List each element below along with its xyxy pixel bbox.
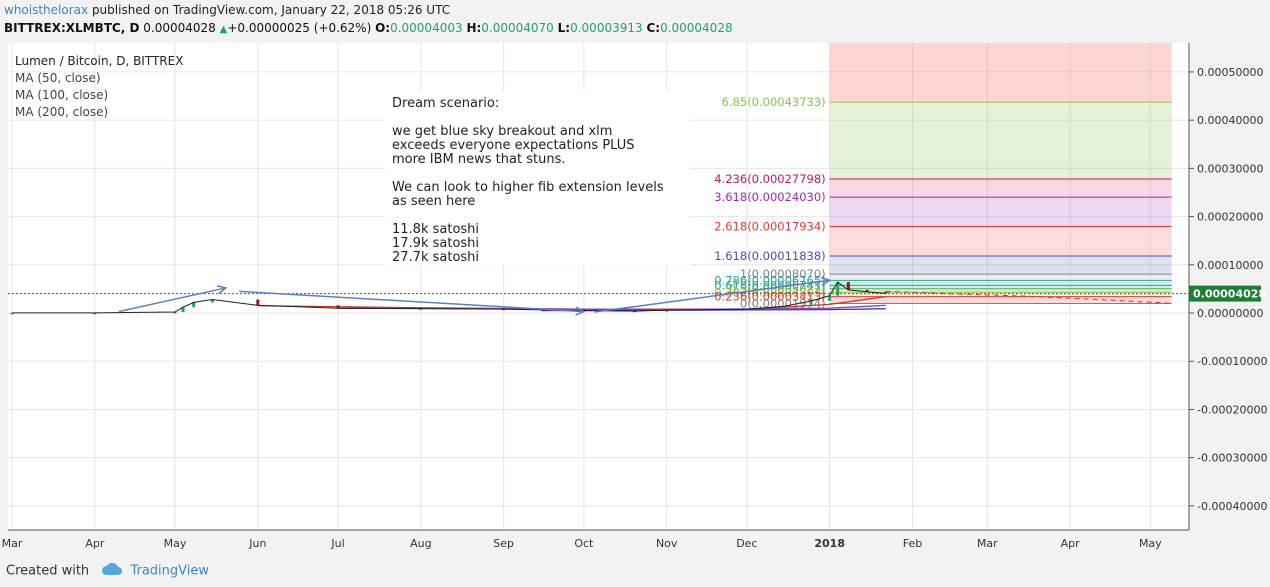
y-tick-label: 0.00030000 (1197, 162, 1263, 175)
fib-zone (829, 285, 1172, 289)
x-tick-label: Feb (903, 537, 922, 550)
high-label: H: (466, 21, 482, 35)
created-with-label: Created with (6, 563, 90, 579)
ohlc-line: BITTREX:XLMBTC, D 0.00004028 ▲+0.0000002… (4, 21, 733, 35)
x-tick-label: Jun (248, 537, 266, 550)
x-tick-label: Apr (1061, 537, 1081, 550)
last-price-label: 0.00004028 (1193, 288, 1266, 301)
price-candle (256, 299, 260, 306)
annotation-line: we get blue sky breakout and xlm (392, 124, 612, 139)
annotation-line: exceeds everyone expectations PLUS (392, 138, 635, 153)
fib-zone (829, 255, 1172, 275)
y-tick-label: 0.00010000 (1197, 259, 1263, 272)
low-label: L: (557, 21, 571, 35)
fib-zone (829, 102, 1172, 179)
x-tick-label: Oct (574, 537, 594, 550)
annotation-line: 11.8k satoshi (392, 222, 479, 237)
open-value: 0.00004003 (390, 21, 463, 35)
open-label: O: (375, 21, 391, 35)
published-text: published on TradingView.com, January 22… (91, 3, 451, 17)
y-tick-label: 0.00040000 (1197, 114, 1263, 127)
y-tick-label: -0.00020000 (1197, 403, 1267, 416)
x-tick-label: Jul (330, 537, 344, 550)
y-tick-label: 0.00000000 (1197, 307, 1263, 320)
footer: Created with TradingView (6, 562, 209, 580)
x-tick-label: Nov (656, 537, 678, 550)
fib-zone (829, 274, 1172, 281)
x-tick-label: Dec (736, 537, 757, 550)
change-value: +0.00000025 (+0.62%) (227, 21, 372, 35)
high-value: 0.00004070 (481, 21, 554, 35)
y-tick-label: -0.00010000 (1197, 355, 1267, 368)
annotation-line: as seen here (392, 194, 475, 209)
price-chart[interactable]: Mar Apr May Jun Jul Aug Sep Oct Nov Dec 2018 Feb Mar… (0, 41, 1270, 553)
symbol-label: BITTREX:XLMBTC, D (4, 21, 140, 35)
annotation-line: 27.7k satoshi (392, 250, 479, 265)
fib-level-label: 4.236(0.00027798) (714, 172, 825, 186)
fib-level-label: 2.618(0.00017934) (714, 220, 825, 234)
x-tick-label: Aug (410, 537, 431, 550)
tradingview-logo-icon (101, 562, 123, 580)
x-tick-label: Sep (493, 537, 514, 550)
fib-level-label: 1.618(0.00011838) (714, 249, 825, 263)
y-tick-label: 0.00020000 (1197, 211, 1263, 224)
fib-level-label: 6.85(0.00043733) (722, 95, 826, 109)
y-tick-label: -0.00040000 (1197, 500, 1267, 513)
fib-level-label: 3.618(0.00024030) (714, 190, 825, 204)
fib-zone (829, 178, 1172, 198)
tradingview-link[interactable]: TradingView (130, 564, 209, 579)
x-tick-label: Mar (2, 537, 23, 550)
last-value: 0.00004028 (143, 21, 216, 35)
fib-zone (829, 288, 1172, 293)
x-tick-label: 2018 (814, 537, 845, 550)
annotation-line: We can look to higher fib extension leve… (392, 180, 664, 195)
publish-info: whoisthelorax published on TradingView.c… (4, 3, 450, 17)
annotation-line: more IBM news that stuns. (392, 152, 565, 167)
x-tick-label: May (1139, 537, 1162, 550)
close-value: 0.00004028 (660, 21, 733, 35)
annotation-line: Dream scenario: (392, 96, 499, 111)
legend-title: Lumen / Bitcoin, D, BITTREX (15, 54, 183, 68)
fib-zone (829, 197, 1172, 227)
x-tick-label: Apr (85, 537, 105, 550)
x-tick-label: Mar (977, 537, 998, 550)
x-tick-label: May (164, 537, 187, 550)
legend-item[interactable]: MA (50, close) (15, 71, 101, 85)
y-tick-label: -0.00030000 (1197, 452, 1267, 465)
close-label: C: (646, 21, 661, 35)
author-link[interactable]: whoisthelorax (4, 3, 88, 17)
fib-zone (829, 226, 1172, 256)
fib-zone (829, 43, 1172, 103)
fib-zone (829, 280, 1172, 286)
y-tick-label: 0.00050000 (1197, 66, 1263, 79)
price-candle (809, 300, 813, 307)
low-value: 0.00003913 (570, 21, 643, 35)
annotation-line: 17.9k satoshi (392, 236, 479, 251)
legend-item[interactable]: MA (200, close) (15, 105, 108, 119)
legend-item[interactable]: MA (100, close) (15, 88, 108, 102)
